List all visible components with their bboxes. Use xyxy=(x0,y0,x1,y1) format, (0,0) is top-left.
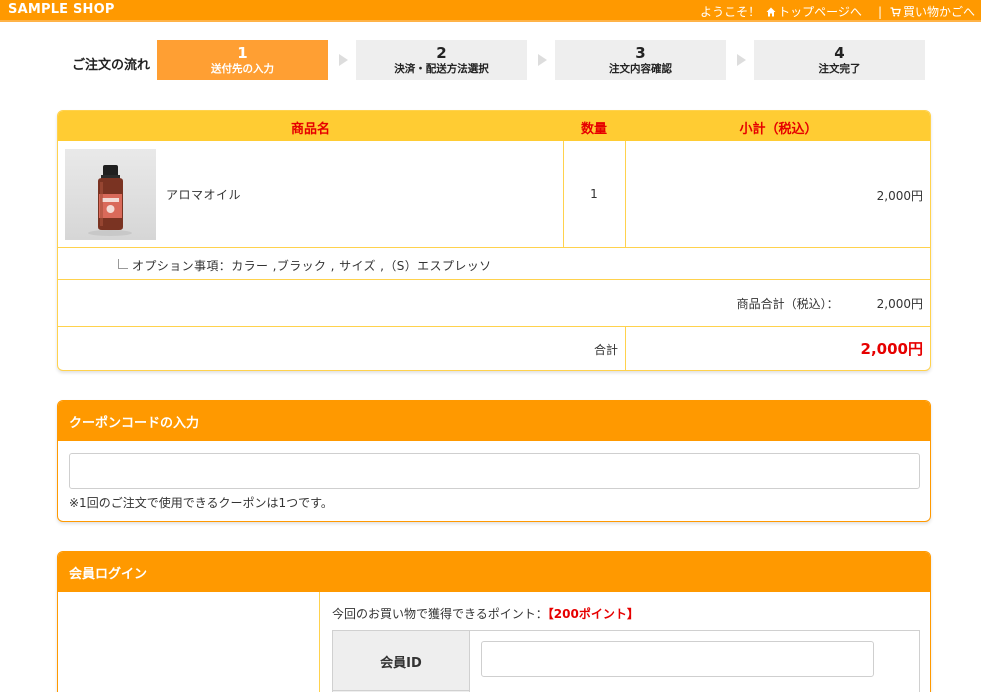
welcome-text: ようこそ！ xyxy=(700,5,761,19)
cart-link-label: 買い物かごへ xyxy=(902,5,975,19)
product-image[interactable] xyxy=(65,149,156,240)
header-quantity: 数量 xyxy=(580,122,607,137)
order-steps: ご注文の流れ 1 送付先の入力 2 決済・配送方法選択 3 注文内容確認 4 注… xyxy=(60,40,930,80)
steps-title: ご注文の流れ xyxy=(72,58,151,73)
step-label: 送付先の入力 xyxy=(211,63,274,75)
cart-icon xyxy=(890,6,901,17)
step-label: 決済・配送方法選択 xyxy=(394,63,489,75)
grand-total-value: 2,000円 xyxy=(860,340,923,358)
product-name[interactable]: アロマオイル xyxy=(166,186,241,203)
header-subtotal: 小計（税込） xyxy=(739,122,818,137)
header-nav: ようこそ！ トップページへ | 買い物かごへ xyxy=(700,3,975,20)
cart-link[interactable]: 買い物かごへ xyxy=(890,3,975,20)
step-label: 注文内容確認 xyxy=(609,63,672,75)
step-number: 3 xyxy=(635,44,646,62)
product-subtotal: 2,000円 xyxy=(876,189,923,203)
top-header-bar: SAMPLE SHOP ようこそ！ トップページへ | 買い物かごへ xyxy=(0,0,981,22)
step-1: 1 送付先の入力 xyxy=(157,40,328,80)
step-3: 3 注文内容確認 xyxy=(555,40,726,80)
coupon-panel: クーポンコードの入力 ※1回のご注文で使用できるクーポンは1つです。 xyxy=(57,400,931,522)
tree-branch-icon xyxy=(118,258,128,269)
cart-table: 商品名 数量 小計（税込） アロマオイル 1 2,000円 オプション事項：カラ… xyxy=(57,110,931,371)
product-option: オプション事項：カラー ,ブラック , サイズ ,（S）エスプレッソ xyxy=(118,257,492,274)
product-option-text: オプション事項：カラー ,ブラック , サイズ ,（S）エスプレッソ xyxy=(132,259,492,273)
product-quantity: 1 xyxy=(590,187,598,201)
member-id-label: 会員ID xyxy=(333,631,470,691)
coupon-code-input[interactable] xyxy=(69,453,920,489)
nav-separator: | xyxy=(877,4,882,19)
top-page-label: トップページへ xyxy=(778,5,862,19)
member-login-panel: 会員ログイン 今回のお買い物で獲得できるポイント：【200ポイント】 会員ID xyxy=(57,551,931,692)
step-arrow-icon xyxy=(538,54,547,66)
goods-total: 商品合計（税込）： 2,000円 xyxy=(737,295,923,312)
home-icon xyxy=(766,7,776,17)
divider xyxy=(625,326,626,370)
login-form-table: 会員ID xyxy=(332,630,920,692)
shop-logo-text[interactable]: SAMPLE SHOP xyxy=(8,2,115,17)
step-number: 2 xyxy=(436,44,447,62)
step-arrow-icon xyxy=(737,54,746,66)
step-number: 1 xyxy=(237,44,248,62)
divider xyxy=(58,279,930,280)
cart-table-header: 商品名 数量 小計（税込） xyxy=(58,111,930,141)
step-4: 4 注文完了 xyxy=(754,40,925,80)
divider xyxy=(58,247,930,248)
divider xyxy=(319,592,320,692)
step-label: 注文完了 xyxy=(818,63,861,75)
divider xyxy=(58,326,930,327)
step-number: 4 xyxy=(834,44,845,62)
member-id-input[interactable] xyxy=(481,641,874,677)
top-page-link[interactable]: トップページへ xyxy=(766,3,862,20)
points-info: 今回のお買い物で獲得できるポイント：【200ポイント】 xyxy=(332,605,639,622)
step-arrow-icon xyxy=(339,54,348,66)
step-2: 2 決済・配送方法選択 xyxy=(356,40,527,80)
goods-total-value: 2,000円 xyxy=(876,297,923,311)
grand-total-label: 合計 xyxy=(594,343,619,357)
header-product-name: 商品名 xyxy=(290,122,330,137)
goods-total-label: 商品合計（税込）： xyxy=(736,297,839,311)
coupon-panel-title: クーポンコードの入力 xyxy=(58,401,930,441)
member-login-title: 会員ログイン xyxy=(58,552,930,592)
divider xyxy=(625,141,626,248)
coupon-note: ※1回のご注文で使用できるクーポンは1つです。 xyxy=(69,496,333,510)
points-prefix: 今回のお買い物で獲得できるポイント： xyxy=(332,607,548,621)
points-value: 【200ポイント】 xyxy=(547,607,639,621)
